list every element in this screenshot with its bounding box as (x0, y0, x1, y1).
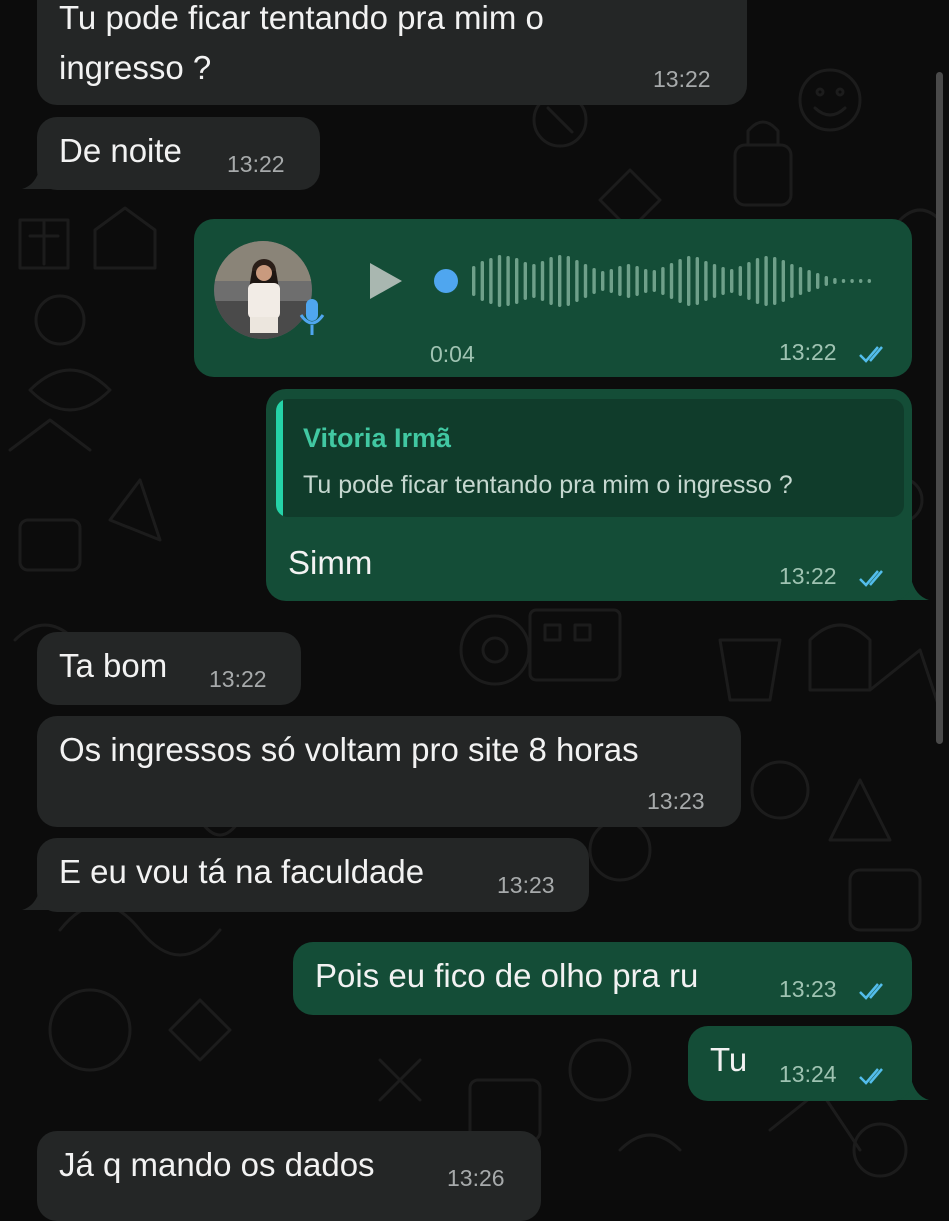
message-text: Tu (710, 1041, 748, 1078)
double-check-icon (859, 570, 883, 587)
waveform-bar (678, 259, 682, 303)
waveform-bar (850, 279, 854, 283)
waveform-bar (523, 262, 527, 300)
waveform-bar (816, 273, 820, 289)
waveform-bar (687, 256, 691, 306)
message-text: Pois eu fico de olho pra ru (315, 957, 699, 994)
message-text: ingresso ? (59, 49, 212, 86)
message-time: 13:26 (447, 1165, 505, 1191)
waveform-bar (867, 279, 871, 283)
waveform-bar (859, 279, 863, 283)
voice-duration: 0:04 (430, 341, 475, 367)
waveform-bar (730, 269, 734, 293)
message-text: E eu vou tá na faculdade (59, 853, 425, 890)
quote-author: Vitoria Irmã (303, 423, 452, 453)
message-bubble-incoming[interactable]: E eu vou tá na faculdade 13:23 (37, 838, 589, 912)
message-text: Simm (288, 544, 373, 581)
message-text: Ta bom (59, 647, 168, 684)
message-time: 13:22 (653, 66, 711, 92)
waveform-bar (790, 264, 794, 298)
double-check-icon (859, 983, 883, 1000)
message-bubble-incoming[interactable]: De noite 13:22 (37, 117, 320, 190)
waveform-bar (721, 267, 725, 295)
waveform-bar (601, 271, 605, 291)
waveform-bar (489, 258, 493, 304)
waveform-bar (575, 260, 579, 302)
message-time: 13:23 (497, 872, 555, 898)
message-bubble-incoming[interactable]: Já q mando os dados 13:26 (37, 1131, 541, 1221)
play-icon[interactable] (366, 261, 406, 301)
waveform-bar (635, 266, 639, 296)
message-time: 13:22 (209, 666, 267, 692)
waveform-bar (532, 264, 536, 298)
waveform-bar (712, 264, 717, 298)
waveform-bar (626, 264, 631, 298)
microphone-icon (299, 299, 325, 335)
waveform-bar (773, 257, 777, 305)
waveform-bar (747, 262, 751, 300)
scrollbar[interactable] (936, 72, 943, 744)
waveform-bar (755, 258, 760, 304)
waveform-bar (807, 270, 811, 292)
double-check-icon (859, 1068, 883, 1085)
message-time: 13:23 (779, 976, 837, 1002)
message-text: Já q mando os dados (59, 1146, 375, 1183)
waveform-bar (738, 266, 742, 296)
waveform-bar (661, 267, 665, 295)
waveform-bar (609, 269, 613, 293)
waveform-bar (497, 255, 502, 307)
message-time: 13:23 (647, 788, 705, 814)
message-text: De noite (59, 132, 182, 169)
reply-message-bubble[interactable]: Vitoria Irmã Tu pode ficar tentando pra … (266, 389, 912, 601)
voice-message-bubble[interactable]: 0:04 13:22 (194, 219, 912, 377)
waveform-bar (583, 264, 588, 298)
waveform-bar (592, 268, 596, 294)
waveform-bar (515, 258, 519, 304)
waveform-bar (695, 257, 699, 305)
waveform-bar (652, 270, 656, 292)
message-time: 13:24 (779, 1061, 837, 1087)
waveform-bar (781, 260, 785, 302)
double-check-icon (859, 346, 883, 363)
playback-position-dot[interactable] (434, 269, 458, 293)
message-bubble-outgoing[interactable]: Pois eu fico de olho pra ru 13:23 (293, 942, 912, 1015)
waveform-bar (540, 261, 545, 301)
waveform-bar (558, 255, 562, 307)
quoted-message[interactable]: Vitoria Irmã Tu pode ficar tentando pra … (276, 399, 904, 517)
waveform-bar (824, 276, 828, 286)
message-time: 13:22 (779, 339, 837, 365)
waveform-bar (833, 278, 837, 284)
waveform-bar (506, 256, 510, 306)
waveform-bar (549, 257, 553, 305)
message-bubble-incoming[interactable]: Os ingressos só voltam pro site 8 horas … (37, 716, 741, 827)
waveform-bar (704, 261, 708, 301)
message-time: 13:22 (227, 151, 285, 177)
waveform-bar (798, 267, 803, 295)
waveform-bar (764, 256, 768, 306)
message-bubble-incoming[interactable]: Tu pode ficar tentando pra mim o ingress… (37, 0, 747, 105)
waveform-bar (566, 256, 570, 306)
waveform-bar (644, 269, 648, 293)
waveform-bar (841, 279, 846, 283)
waveform-bar (480, 261, 484, 301)
quote-accent-bar (276, 399, 283, 517)
message-bubble-incoming[interactable]: Ta bom 13:22 (37, 632, 301, 705)
waveform-bar (472, 266, 476, 296)
message-bubble-outgoing[interactable]: Tu 13:24 (688, 1026, 912, 1101)
quote-text: Tu pode ficar tentando pra mim o ingress… (303, 471, 793, 499)
message-time: 13:22 (779, 563, 837, 589)
message-text: Tu pode ficar tentando pra mim o (59, 0, 544, 36)
audio-waveform[interactable] (434, 253, 884, 309)
message-text: Os ingressos só voltam pro site 8 horas (59, 731, 639, 768)
waveform-bar (669, 263, 674, 299)
waveform-bar (618, 266, 622, 296)
